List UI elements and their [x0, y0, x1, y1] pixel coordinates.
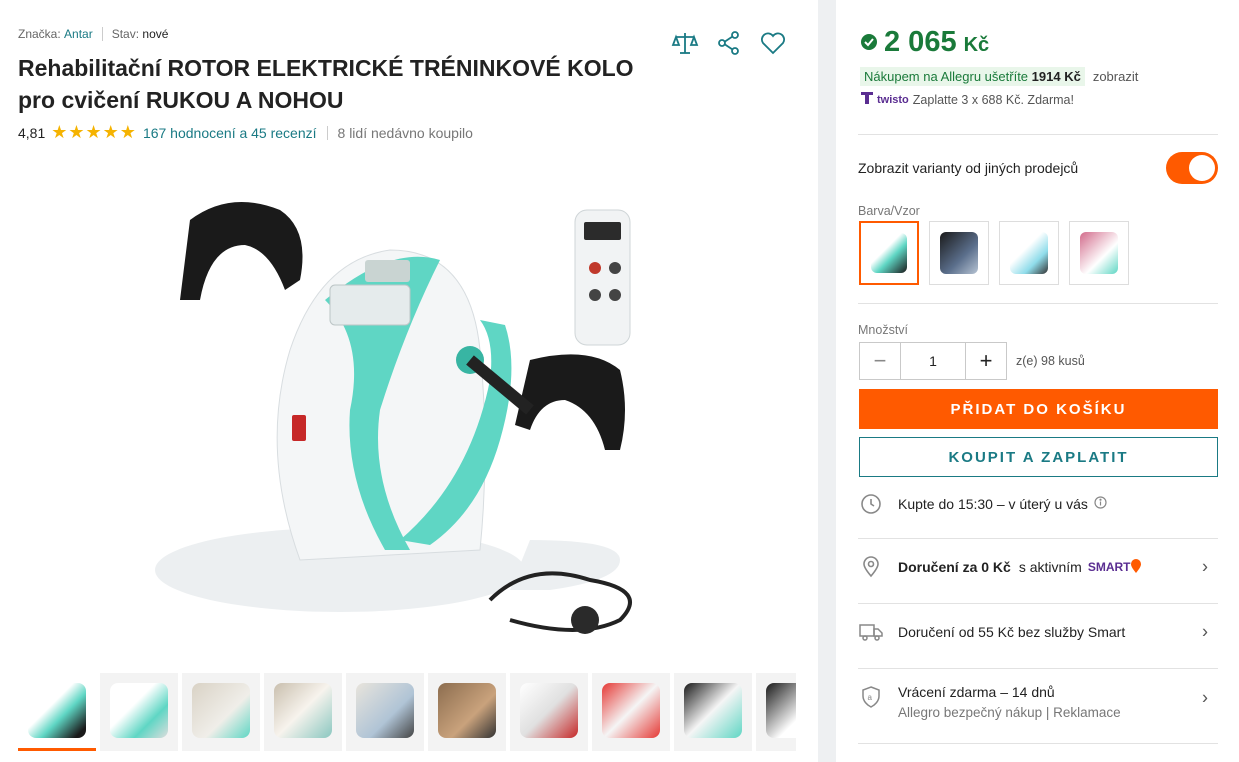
returns-text-block: Vrácení zdarma – 14 dnů Allegro bezpečný…: [898, 684, 1121, 720]
savings-row: Nákupem na Allegru ušetříte 1914 Kč zobr…: [860, 67, 1138, 86]
thumbnail-3[interactable]: [182, 673, 260, 751]
rating-stars-icon: ★★★★★: [51, 122, 137, 142]
reviews-link[interactable]: 167 hodnocení a 45 recenzí: [143, 125, 317, 141]
buy-now-button[interactable]: KOUPIT A ZAPLATIT: [859, 437, 1218, 477]
twisto-logo: twisto: [877, 93, 909, 106]
brand-link[interactable]: Antar: [64, 27, 93, 41]
paid-delivery-text: Doručení od 55 Kč bez služby Smart: [898, 624, 1126, 640]
free-delivery-bold: Doručení za 0 Kč: [898, 559, 1011, 575]
quantity-available: z(e) 98 kusů: [1016, 354, 1085, 368]
savings-amount: 1914 Kč: [1031, 69, 1081, 84]
quantity-label: Množství: [858, 323, 909, 337]
savings-text: Nákupem na Allegru ušetříte: [864, 69, 1029, 84]
product-gallery-column: Značka: Antar Stav: nové Rehabilitační R…: [0, 0, 818, 762]
divider: [858, 743, 1218, 744]
color-swatches: [859, 221, 1129, 285]
rating-row: 4,81 ★★★★★ 167 hodnocení a 45 recenzí 8 …: [18, 122, 473, 143]
color-label: Barva/Vzor: [858, 204, 920, 218]
divider: [858, 303, 1218, 304]
quantity-stepper: − + z(e) 98 kusů: [859, 342, 1085, 380]
shield-icon: a: [858, 684, 884, 710]
savings-show-link[interactable]: zobrazit: [1093, 69, 1139, 84]
compare-icon[interactable]: [670, 28, 700, 58]
divider: [858, 603, 1218, 604]
thumbnail-7[interactable]: [510, 673, 588, 751]
svg-text:a: a: [868, 693, 873, 702]
quantity-minus-button[interactable]: −: [859, 342, 901, 380]
price-amount: 2 065: [884, 26, 957, 58]
meta-divider: [101, 27, 103, 41]
thumbnail-10[interactable]: [756, 673, 796, 751]
pedal-exerciser-illustration: [150, 150, 660, 660]
other-sellers-label: Zobrazit varianty od jiných prodejců: [858, 160, 1079, 176]
thumbnail-6[interactable]: [428, 673, 506, 751]
order-deadline-text: Kupte do 15:30 – v úterý u vás: [898, 496, 1088, 512]
smart-pin-icon: [1130, 558, 1141, 576]
main-product-image[interactable]: [150, 150, 660, 660]
chevron-right-icon: ›: [1202, 556, 1208, 577]
brand-label: Značka:: [18, 27, 61, 41]
free-delivery-rest: s aktivním: [1018, 559, 1082, 575]
chevron-right-icon: ›: [1202, 621, 1208, 642]
swatch-1[interactable]: [859, 221, 919, 285]
twisto-row: twisto Zaplatte 3 x 688 Kč. Zdarma!: [860, 91, 1074, 108]
product-title: Rehabilitační ROTOR ELEKTRICKÉ TRÉNINKOV…: [18, 55, 634, 113]
price-row: 2 065 Kč: [860, 26, 989, 59]
returns-row[interactable]: a Vrácení zdarma – 14 dnů Allegro bezpeč…: [858, 684, 1218, 720]
swatch-2[interactable]: [929, 221, 989, 285]
divider: [858, 668, 1218, 669]
swatch-3[interactable]: [999, 221, 1059, 285]
recent-buyers: 8 lidí nedávno koupilo: [337, 124, 473, 141]
quantity-plus-button[interactable]: +: [965, 342, 1007, 380]
thumbnail-8[interactable]: [592, 673, 670, 751]
column-divider: [818, 0, 836, 762]
quantity-input[interactable]: [901, 342, 965, 380]
thumbnail-9[interactable]: [674, 673, 752, 751]
product-actions: [670, 28, 788, 58]
order-deadline-row: Kupte do 15:30 – v úterý u vás: [858, 491, 1218, 517]
chevron-right-icon: ›: [1202, 687, 1208, 708]
divider: [858, 538, 1218, 539]
twisto-text: Zaplatte 3 x 688 Kč. Zdarma!: [912, 92, 1074, 107]
condition-label: Stav:: [111, 27, 140, 41]
thumbnail-strip: [18, 673, 796, 753]
savings-badge: Nákupem na Allegru ušetříte 1914 Kč: [860, 67, 1085, 86]
info-icon[interactable]: [1094, 496, 1107, 512]
purchase-panel: 2 065 Kč Nákupem na Allegru ušetříte 191…: [836, 0, 1239, 762]
heart-icon[interactable]: [758, 28, 788, 58]
add-to-cart-button[interactable]: PŘIDAT DO KOŠÍKU: [859, 389, 1218, 429]
other-sellers-toggle[interactable]: [1166, 152, 1218, 184]
thumbnail-1[interactable]: [18, 673, 96, 751]
clock-icon: [858, 491, 884, 517]
product-meta: Značka: Antar Stav: nové: [18, 27, 168, 41]
thumbnail-4[interactable]: [264, 673, 342, 751]
returns-subtitle: Allegro bezpečný nákup | Reklamace: [898, 705, 1121, 720]
other-sellers-row: Zobrazit varianty od jiných prodejců: [858, 152, 1218, 184]
price-currency: Kč: [963, 34, 990, 56]
free-delivery-row[interactable]: Doručení za 0 Kč s aktivním SMART ›: [858, 555, 1218, 579]
twisto-icon: [860, 91, 874, 108]
rating-divider: [326, 125, 328, 140]
verified-price-icon: [860, 33, 878, 56]
location-pin-icon: [858, 554, 884, 580]
smart-logo: SMART: [1087, 560, 1131, 574]
rating-score: 4,81: [18, 124, 46, 141]
paid-delivery-row[interactable]: Doručení od 55 Kč bez služby Smart ›: [858, 620, 1218, 644]
divider: [858, 134, 1218, 135]
returns-title: Vrácení zdarma – 14 dnů: [898, 684, 1055, 700]
truck-icon: [858, 619, 884, 645]
thumbnail-2[interactable]: [100, 673, 178, 751]
thumbnail-5[interactable]: [346, 673, 424, 751]
swatch-4[interactable]: [1069, 221, 1129, 285]
share-icon[interactable]: [714, 28, 744, 58]
condition-value: nové: [142, 27, 169, 41]
